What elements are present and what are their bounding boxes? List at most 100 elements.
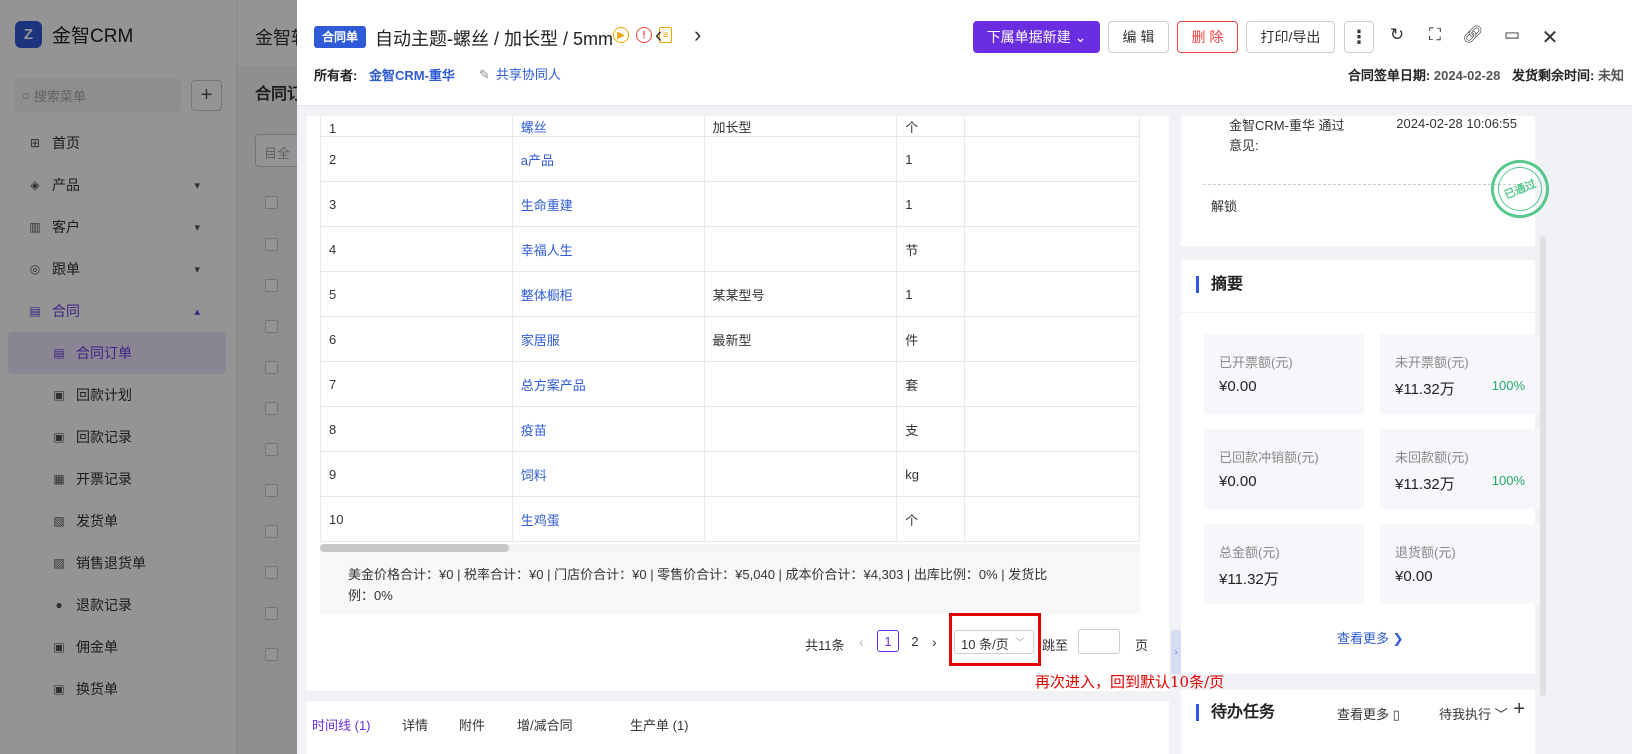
- print-export-button[interactable]: 打印/导出: [1246, 21, 1335, 53]
- summary-card: 未开票额(元) ¥11.32万 100%: [1380, 334, 1540, 414]
- product-unit: 1: [897, 182, 966, 226]
- table-horizontal-scrollbar[interactable]: [320, 544, 1140, 552]
- close-icon[interactable]: ✕: [1539, 25, 1561, 50]
- product-spec: 某某型号: [705, 272, 898, 316]
- play-icon[interactable]: ▶: [613, 27, 629, 43]
- product-extra: [965, 497, 1140, 541]
- product-name-link[interactable]: 生命重建: [513, 182, 705, 226]
- row-number: 2: [321, 137, 513, 181]
- edit-button[interactable]: 编 辑: [1108, 21, 1169, 53]
- owner-value[interactable]: 金智CRM-重华: [369, 65, 455, 84]
- product-extra: [965, 317, 1140, 361]
- divider: [1203, 184, 1521, 185]
- tab-attachments[interactable]: 附件: [459, 715, 485, 734]
- product-name-link[interactable]: 总方案产品: [513, 362, 705, 406]
- product-name-link[interactable]: 生鸡蛋: [513, 497, 705, 541]
- summary-view-more-link[interactable]: 查看更多 ❯: [1337, 628, 1404, 647]
- table-row: 8 疫苗 支: [321, 407, 1140, 452]
- summary-card: 已回款冲销额(元) ¥0.00: [1204, 429, 1364, 509]
- delete-button[interactable]: 删 除: [1177, 21, 1238, 53]
- right-panel-scrollbar[interactable]: [1540, 236, 1546, 696]
- layout-icon[interactable]: ▭: [1501, 25, 1523, 45]
- unlock-link[interactable]: 解锁: [1211, 196, 1237, 215]
- collapse-panel-button[interactable]: ›: [1171, 630, 1181, 674]
- alert-icon[interactable]: !: [636, 27, 652, 43]
- annotation-text: 再次进入，回到默认10条/页: [1035, 673, 1225, 691]
- card-value: ¥11.32万: [1395, 476, 1455, 493]
- product-name-link[interactable]: a产品: [513, 137, 705, 181]
- previous-page-button[interactable]: ‹: [859, 634, 864, 650]
- todo-filter-select[interactable]: 待我执行 ﹀: [1439, 704, 1508, 723]
- product-name-link[interactable]: 幸福人生: [513, 227, 705, 271]
- card-label: 未开票额(元): [1395, 355, 1469, 370]
- drawer-header: 合同单 自动主题-螺丝 / 加长型 / 5mm ▶ ! ≡ ‹ › 下属单据新建…: [297, 0, 1632, 106]
- product-name-link[interactable]: 螺丝: [513, 116, 705, 136]
- product-unit: 套: [897, 362, 966, 406]
- page-1-button[interactable]: 1: [877, 630, 899, 652]
- new-sub-document-button[interactable]: 下属单据新建 ⌄: [973, 21, 1100, 53]
- next-record-button[interactable]: ›: [694, 22, 701, 48]
- scrollbar-thumb[interactable]: [320, 544, 509, 552]
- product-name-link[interactable]: 家居服: [513, 317, 705, 361]
- jump-to-label: 跳至: [1042, 638, 1069, 653]
- summary-line-1: 美金价格合计：¥0 | 税率合计：¥0 | 门店价合计：¥0 | 零售价合计：¥…: [348, 567, 1048, 582]
- todo-more-label: 查看更多: [1337, 707, 1390, 722]
- summary-card: 总金额(元) ¥11.32万: [1204, 524, 1364, 604]
- modal-overlay[interactable]: [0, 0, 297, 754]
- card-label: 退货额(元): [1395, 545, 1456, 560]
- todo-panel: 待办任务 查看更多 ▯ 待我执行 ﹀ +: [1181, 690, 1535, 754]
- tab-contract-change[interactable]: 增/减合同: [517, 715, 573, 734]
- new-sub-document-label: 下属单据新建: [986, 29, 1071, 45]
- product-unit: 支: [897, 407, 966, 451]
- product-name-link[interactable]: 整体橱柜: [513, 272, 705, 316]
- approval-opinion: 意见:: [1229, 138, 1259, 153]
- product-spec: 最新型: [705, 317, 898, 361]
- jump-page-input[interactable]: [1078, 629, 1120, 654]
- card-value: ¥0.00: [1219, 473, 1257, 490]
- next-page-button[interactable]: ›: [932, 634, 937, 650]
- tab-production-order[interactable]: 生产单 (1): [630, 715, 689, 734]
- todo-title: 待办任务: [1196, 704, 1275, 721]
- more-actions-button[interactable]: ⋮: [1344, 21, 1374, 53]
- product-name-link[interactable]: 饲料: [513, 452, 705, 496]
- todo-filter-value: 待我执行: [1439, 707, 1492, 722]
- row-number: 9: [321, 452, 513, 496]
- refresh-icon[interactable]: ↻: [1386, 25, 1408, 45]
- table-row: 1 螺丝 加长型 个: [321, 116, 1140, 137]
- summary-card: 未回款额(元) ¥11.32万 100%: [1380, 429, 1540, 509]
- owner-label: 所有者:: [314, 68, 358, 83]
- approval-entry: 金智CRM-重华 通过 意见:: [1229, 116, 1345, 156]
- row-number: 5: [321, 272, 513, 316]
- table-row: 4 幸福人生 节: [321, 227, 1140, 272]
- page-2-button[interactable]: 2: [904, 630, 926, 652]
- previous-record-button[interactable]: ‹: [655, 22, 662, 48]
- product-extra: [965, 272, 1140, 316]
- view-more-label: 查看更多: [1337, 631, 1390, 646]
- card-percent: 100%: [1491, 473, 1525, 488]
- row-number: 6: [321, 317, 513, 361]
- row-number: 8: [321, 407, 513, 451]
- product-extra: [965, 452, 1140, 496]
- price-summary: 美金价格合计：¥0 | 税率合计：¥0 | 门店价合计：¥0 | 零售价合计：¥…: [320, 552, 1140, 614]
- product-table: 1 螺丝 加长型 个 2 a产品 1 3 生命重建 1 4 幸福人生 节 5 整…: [320, 116, 1140, 542]
- tab-details[interactable]: 详情: [402, 715, 428, 734]
- fullscreen-icon[interactable]: ⛶: [1424, 25, 1446, 45]
- product-extra: [965, 116, 1140, 136]
- product-name-link[interactable]: 疫苗: [513, 407, 705, 451]
- link-icon[interactable]: 🔗︎: [1462, 25, 1484, 45]
- add-todo-button[interactable]: +: [1513, 698, 1525, 721]
- todo-view-more-link[interactable]: 查看更多 ▯: [1337, 704, 1400, 723]
- card-value: ¥0.00: [1395, 568, 1433, 585]
- product-unit: 1: [897, 137, 966, 181]
- approval-panel: 金智CRM-重华 通过 意见: 2024-02-28 10:06:55 解锁 已…: [1181, 116, 1558, 246]
- table-row: 9 饲料 kg: [321, 452, 1140, 497]
- record-type-badge: 合同单: [314, 26, 367, 48]
- book-icon: ▯: [1392, 707, 1400, 722]
- table-row: 6 家居服 最新型 件: [321, 317, 1140, 362]
- tab-timeline[interactable]: 时间线 (1): [312, 715, 371, 734]
- table-row: 10 生鸡蛋 个: [321, 497, 1140, 542]
- product-unit: 1: [897, 272, 966, 316]
- total-count: 共11条: [805, 638, 845, 653]
- share-collaborators-link[interactable]: ✎ 共享协同人: [479, 64, 561, 83]
- product-spec: [705, 452, 898, 496]
